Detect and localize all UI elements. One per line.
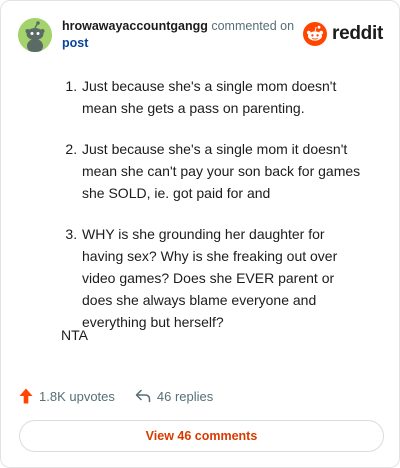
upvote-count: 1.8K upvotes [39, 388, 115, 404]
comment-body: Just because she's a single mom doesn't … [61, 75, 361, 352]
comment-closing: NTA [61, 327, 88, 343]
comment-card: hrowawayaccountgangg commented on post r… [0, 0, 400, 468]
reddit-logo-icon [303, 22, 328, 46]
upvote-arrow-icon [19, 388, 33, 404]
view-comments-button[interactable]: View 46 comments [19, 420, 384, 452]
post-link[interactable]: post [62, 35, 88, 51]
reply-arrow-icon [135, 389, 151, 403]
comment-actions: 1.8K upvotes 46 replies [19, 386, 213, 406]
comment-list: Just because she's a single mom doesn't … [61, 75, 361, 333]
author-name[interactable]: hrowawayaccountgangg [62, 19, 208, 33]
commented-on-label: commented on [211, 19, 295, 33]
snoo-avatar-icon[interactable] [18, 18, 52, 52]
reddit-brand[interactable]: reddit [303, 21, 383, 47]
replies-button[interactable]: 46 replies [135, 389, 213, 404]
reddit-wordmark: reddit [332, 23, 383, 44]
author-line: hrowawayaccountgangg commented on [62, 18, 294, 34]
list-item: Just because she's a single mom it doesn… [81, 138, 361, 204]
upvote-button[interactable]: 1.8K upvotes [19, 388, 115, 404]
list-item: WHY is she grounding her daughter for ha… [81, 223, 361, 333]
reply-count: 46 replies [156, 388, 214, 404]
list-item: Just because she's a single mom doesn't … [81, 75, 361, 119]
comment-header: hrowawayaccountgangg commented on post r… [18, 18, 383, 58]
